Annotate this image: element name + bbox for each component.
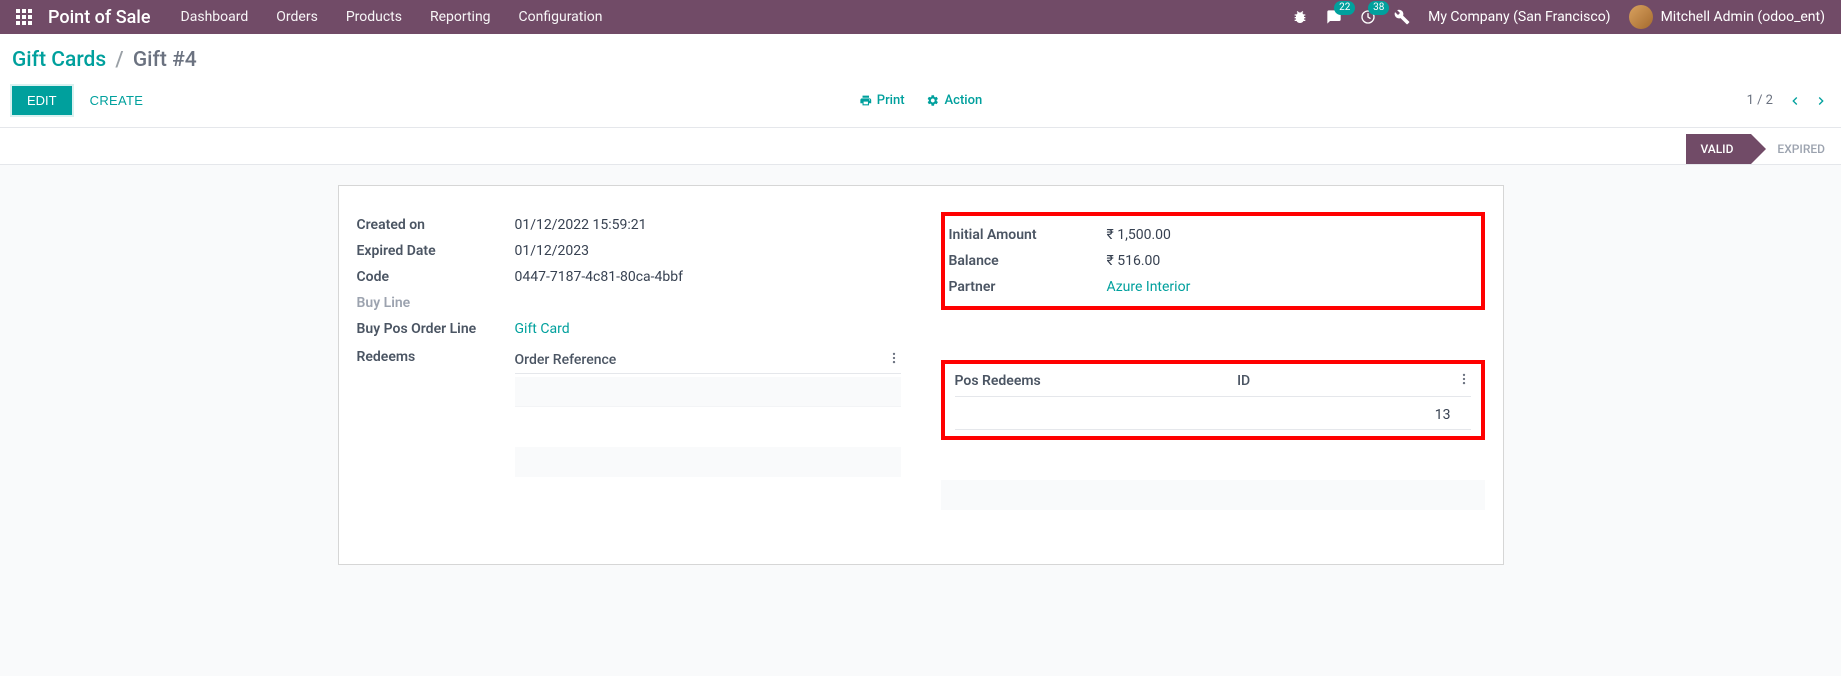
avatar <box>1629 5 1653 29</box>
bug-icon[interactable] <box>1292 9 1308 25</box>
balance-value: ₹ 516.00 <box>1107 253 1477 269</box>
expired-date-label: Expired Date <box>357 243 515 259</box>
pos-redeems-options-icon[interactable] <box>1457 372 1471 390</box>
pager-counter[interactable]: 1 / 2 <box>1747 93 1773 108</box>
gear-icon <box>927 94 940 107</box>
menu-orders[interactable]: Orders <box>276 9 318 25</box>
create-button[interactable]: CREATE <box>90 93 144 108</box>
initial-amount-label: Initial Amount <box>949 227 1107 243</box>
navbar-right: 22 38 My Company (San Francisco) Mitchel… <box>1292 5 1825 29</box>
highlight-pos-redeems: Pos Redeems ID 13 <box>941 360 1485 440</box>
redeems-list-header: Order Reference <box>515 347 901 374</box>
buy-line-label: Buy Line <box>357 295 515 311</box>
status-bar: VALID EXPIRED <box>0 128 1841 165</box>
apps-icon[interactable] <box>16 9 32 25</box>
menu-configuration[interactable]: Configuration <box>519 9 603 25</box>
messages-icon[interactable]: 22 <box>1326 9 1342 25</box>
user-name: Mitchell Admin (odoo_ent) <box>1661 9 1825 25</box>
created-on-label: Created on <box>357 217 515 233</box>
action-label: Action <box>945 93 983 108</box>
pager-prev-icon[interactable] <box>1787 93 1803 109</box>
breadcrumb-back[interactable]: Gift Cards <box>12 48 106 72</box>
redeems-options-icon[interactable] <box>887 351 901 369</box>
menu-products[interactable]: Products <box>346 9 402 25</box>
highlight-amounts: Initial Amount ₹ 1,500.00 Balance ₹ 516.… <box>941 212 1485 310</box>
right-column: Initial Amount ₹ 1,500.00 Balance ₹ 516.… <box>941 212 1485 510</box>
redeems-row-spacer <box>515 447 901 477</box>
left-column: Created on 01/12/2022 15:59:21 Expired D… <box>357 212 901 510</box>
user-menu[interactable]: Mitchell Admin (odoo_ent) <box>1629 5 1825 29</box>
print-label: Print <box>877 93 905 108</box>
app-brand[interactable]: Point of Sale <box>48 7 151 28</box>
breadcrumb: Gift Cards / Gift #4 <box>12 48 197 72</box>
pos-redeems-title: Pos Redeems <box>955 373 1041 389</box>
pager-nav <box>1787 93 1829 109</box>
messages-badge: 22 <box>1334 1 1355 15</box>
created-on-value: 01/12/2022 15:59:21 <box>515 217 901 233</box>
partner-value[interactable]: Azure Interior <box>1107 279 1191 295</box>
expired-date-value: 01/12/2023 <box>515 243 901 259</box>
form-sheet: Created on 01/12/2022 15:59:21 Expired D… <box>338 185 1504 565</box>
balance-label: Balance <box>949 253 1107 269</box>
edit-button[interactable]: EDIT <box>12 86 72 115</box>
cp-center: Print Action <box>859 93 982 108</box>
cp-left: EDIT CREATE <box>12 86 143 115</box>
pos-redeems-row[interactable]: 13 <box>955 400 1471 430</box>
pos-redeems-id-value: 13 <box>1435 407 1471 423</box>
menu-reporting[interactable]: Reporting <box>430 9 491 25</box>
developer-tools-icon[interactable] <box>1394 9 1410 25</box>
action-button[interactable]: Action <box>927 93 983 108</box>
redeems-header-order-ref[interactable]: Order Reference <box>515 352 617 368</box>
redeems-list: Order Reference <box>515 347 901 477</box>
pager-next-icon[interactable] <box>1813 93 1829 109</box>
menu-dashboard[interactable]: Dashboard <box>181 9 249 25</box>
pos-redeems-spacer <box>941 480 1485 510</box>
buy-pos-order-line-value[interactable]: Gift Card <box>515 321 570 337</box>
partner-label: Partner <box>949 279 1107 295</box>
print-icon <box>859 94 872 107</box>
initial-amount-value: ₹ 1,500.00 <box>1107 227 1477 243</box>
print-button[interactable]: Print <box>859 93 905 108</box>
redeems-label: Redeems <box>357 347 515 477</box>
status-expired[interactable]: EXPIRED <box>1761 134 1841 164</box>
redeems-row-empty <box>515 377 901 407</box>
top-navbar: Point of Sale Dashboard Orders Products … <box>0 0 1841 34</box>
main-menu: Dashboard Orders Products Reporting Conf… <box>181 9 603 25</box>
breadcrumb-bar: Gift Cards / Gift #4 <box>0 34 1841 80</box>
pos-redeems-header: Pos Redeems ID <box>955 370 1471 397</box>
breadcrumb-separator: / <box>115 48 123 72</box>
buy-line-value <box>515 295 901 311</box>
sheet-wrap: Created on 01/12/2022 15:59:21 Expired D… <box>0 165 1841 585</box>
code-value: 0447-7187-4c81-80ca-4bbf <box>515 269 901 285</box>
activities-icon[interactable]: 38 <box>1360 9 1376 25</box>
activities-badge: 38 <box>1368 1 1389 15</box>
company-selector[interactable]: My Company (San Francisco) <box>1428 9 1610 25</box>
cp-right: 1 / 2 <box>1747 93 1829 109</box>
control-panel: EDIT CREATE Print Action 1 / 2 <box>0 80 1841 128</box>
code-label: Code <box>357 269 515 285</box>
pos-redeems-id-header[interactable]: ID <box>1237 373 1250 389</box>
breadcrumb-current: Gift #4 <box>133 48 197 72</box>
buy-pos-order-line-label: Buy Pos Order Line <box>357 321 515 337</box>
status-valid[interactable]: VALID <box>1686 134 1751 164</box>
